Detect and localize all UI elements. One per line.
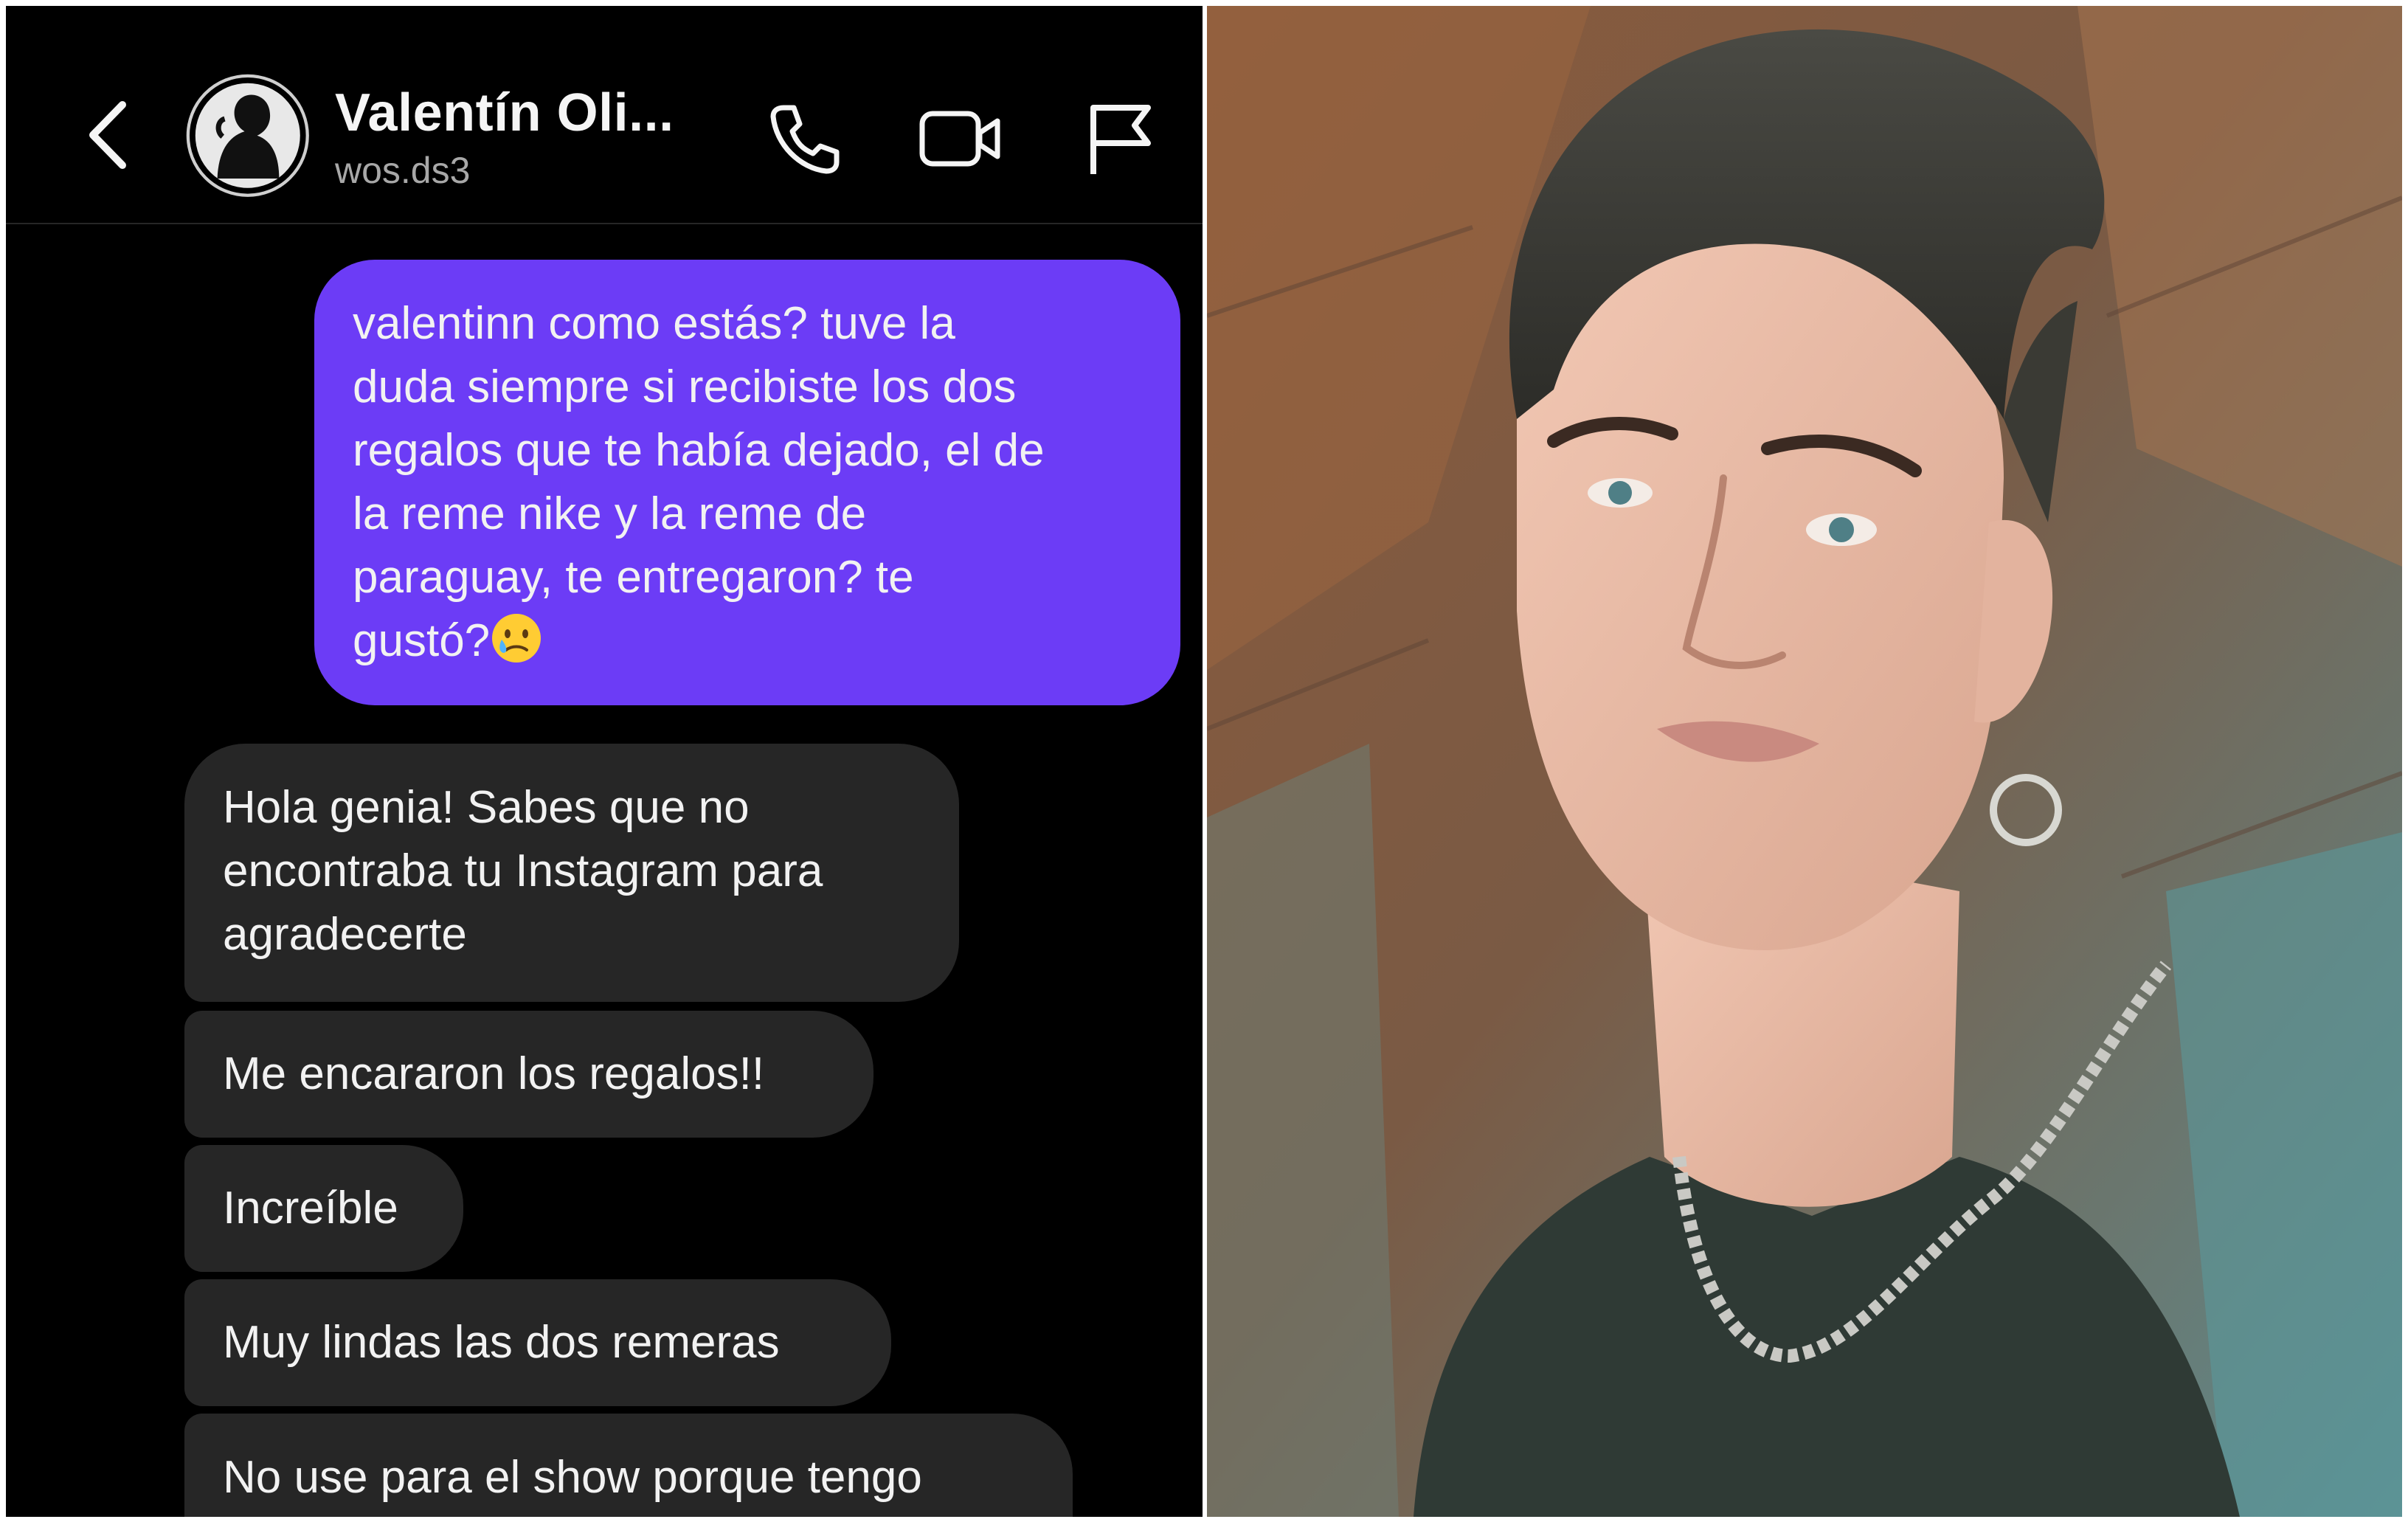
- message-line: gustó?: [353, 615, 491, 666]
- message-line: agradecerte: [223, 909, 467, 960]
- chat-screenshot: Valentín Oli... wos.ds3 valentinn como e…: [6, 6, 1203, 1517]
- message-line: regalos que te había dejado, el de: [353, 425, 1045, 476]
- incoming-message[interactable]: Me encararon los regalos!!: [184, 1011, 873, 1138]
- message-line: duda siempre si recibiste los dos: [353, 362, 1017, 412]
- contact-handle: wos.ds3: [335, 150, 471, 191]
- incoming-message[interactable]: Hola genia! Sabes que no encontraba tu I…: [184, 744, 959, 1002]
- message-line-last: gustó?: [353, 609, 1142, 673]
- face-holding-back-tears-emoji-icon: [492, 614, 542, 663]
- video-camera-icon[interactable]: [918, 100, 1003, 177]
- chat-header: Valentín Oli... wos.ds3: [6, 6, 1203, 224]
- portrait-illustration: [1207, 6, 2402, 1517]
- message-line: encontraba tu Instagram para: [223, 845, 823, 896]
- back-button[interactable]: [80, 94, 139, 176]
- message-line: paraguay, te entregaron? te: [353, 552, 914, 603]
- message-line: la reme nike y la reme de: [353, 488, 867, 539]
- message-line: Muy lindas las dos remeras: [223, 1317, 780, 1368]
- avatar[interactable]: [186, 74, 310, 198]
- portrait-photo: [1207, 6, 2402, 1517]
- message-line: Me encararon los regalos!!: [223, 1048, 765, 1099]
- phone-icon[interactable]: [766, 100, 843, 177]
- contact-name: Valentín Oli...: [335, 83, 674, 142]
- message-line: valentinn como estás? tuve la: [353, 298, 955, 349]
- outgoing-message[interactable]: valentinn como estás? tuve la duda siemp…: [314, 260, 1180, 705]
- incoming-message[interactable]: Muy lindas las dos remeras: [184, 1279, 891, 1406]
- incoming-message[interactable]: No use para el show porque tengo: [184, 1414, 1073, 1517]
- incoming-message[interactable]: Increíble: [184, 1145, 463, 1272]
- message-line: No use para el show porque tengo: [223, 1452, 922, 1503]
- avatar-image: [186, 74, 309, 197]
- message-line: Hola genia! Sabes que no: [223, 782, 750, 833]
- back-chevron-icon: [89, 101, 126, 169]
- flag-icon[interactable]: [1083, 100, 1157, 177]
- message-line: Increíble: [223, 1183, 398, 1234]
- contact-info[interactable]: Valentín Oli... wos.ds3: [335, 80, 674, 195]
